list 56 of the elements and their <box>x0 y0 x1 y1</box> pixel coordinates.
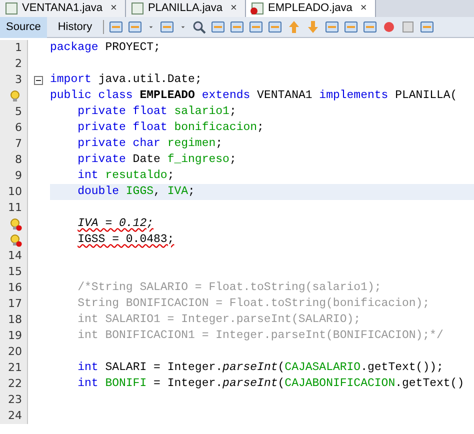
code-line: double IGGS, IVA; <box>78 184 195 200</box>
line-number: 16 <box>8 280 22 296</box>
line-number: 6 <box>15 120 22 136</box>
file-tab[interactable]: PLANILLA.java × <box>126 0 246 17</box>
line-number: 9 <box>15 168 22 184</box>
code-line: /*String SALARIO = Float.toString(salario1); <box>78 280 382 296</box>
code-line: int BONIFICACION1 = Integer.parseInt(BONIFICACION);*/ <box>78 328 444 344</box>
code-line: private float salario1; <box>78 104 236 120</box>
record-icon[interactable] <box>382 20 396 34</box>
code-line: import java.util.Date; <box>50 72 202 88</box>
view-tab[interactable]: Source <box>0 16 47 38</box>
bulb-error-icon[interactable] <box>9 234 22 246</box>
bulb-error-icon[interactable] <box>9 218 22 230</box>
line-number: 24 <box>8 408 22 424</box>
code-line: String BONIFICACION = Float.toString(bonificacion); <box>78 296 430 312</box>
line-number: 15 <box>8 264 22 280</box>
code-line: int SALARIO1 = Integer.parseInt(SALARIO); <box>78 312 361 328</box>
code-line: private Date f_ingreso; <box>78 152 236 168</box>
view-tab[interactable]: History <box>52 16 98 38</box>
file-tab[interactable]: VENTANA1.java × <box>0 0 126 17</box>
tab-label: PLANILLA.java <box>148 1 223 16</box>
code-line: int SALARI = Integer.parseInt(CAJASALARIO.getText()); <box>78 360 444 376</box>
line-number: 19 <box>8 328 22 344</box>
line-number: 5 <box>15 104 22 120</box>
close-button[interactable]: × <box>226 0 241 17</box>
close-button[interactable]: × <box>356 0 371 17</box>
code-line: public class EMPLEADO extends VENTANA1 implements PLANILLA( <box>50 88 458 104</box>
line-number: 2 <box>15 56 22 72</box>
code-line: private float bonificacion; <box>78 120 264 136</box>
line-number: 3 <box>15 72 22 88</box>
line-number: 14 <box>8 248 22 264</box>
line-number: 18 <box>8 312 22 328</box>
code-line: package PROYECT; <box>50 40 160 56</box>
line-number: 7 <box>15 136 22 152</box>
line-number: 8 <box>15 152 22 168</box>
tab-label: VENTANA1.java <box>22 1 102 16</box>
code-line: IGSS = 0.0483; <box>78 232 174 248</box>
close-button[interactable]: × <box>106 0 121 17</box>
tab-label: EMPLEADO.java <box>268 1 352 16</box>
line-number: 10 <box>8 184 22 200</box>
line-number: 22 <box>8 376 22 392</box>
code-line: private char regimen; <box>78 136 223 152</box>
code-line: int BONIFI = Integer.parseInt(CAJABONIFICACION.getText() <box>78 376 464 392</box>
stop-icon[interactable] <box>401 20 416 34</box>
line-number: 11 <box>8 200 22 216</box>
code-line: int resutaldo; <box>78 168 174 184</box>
search-icon[interactable] <box>192 20 206 34</box>
bulb-icon[interactable] <box>9 90 22 102</box>
line-number: 1 <box>15 40 22 56</box>
line-number: 21 <box>8 360 22 376</box>
line-number: 20 <box>8 344 22 360</box>
line-number: 17 <box>8 296 22 312</box>
line-number: 23 <box>8 392 22 408</box>
file-tab[interactable]: EMPLEADO.java × <box>246 0 376 17</box>
code-line: IVA = 0.12; <box>78 216 154 232</box>
fold-icon[interactable] <box>34 76 42 84</box>
